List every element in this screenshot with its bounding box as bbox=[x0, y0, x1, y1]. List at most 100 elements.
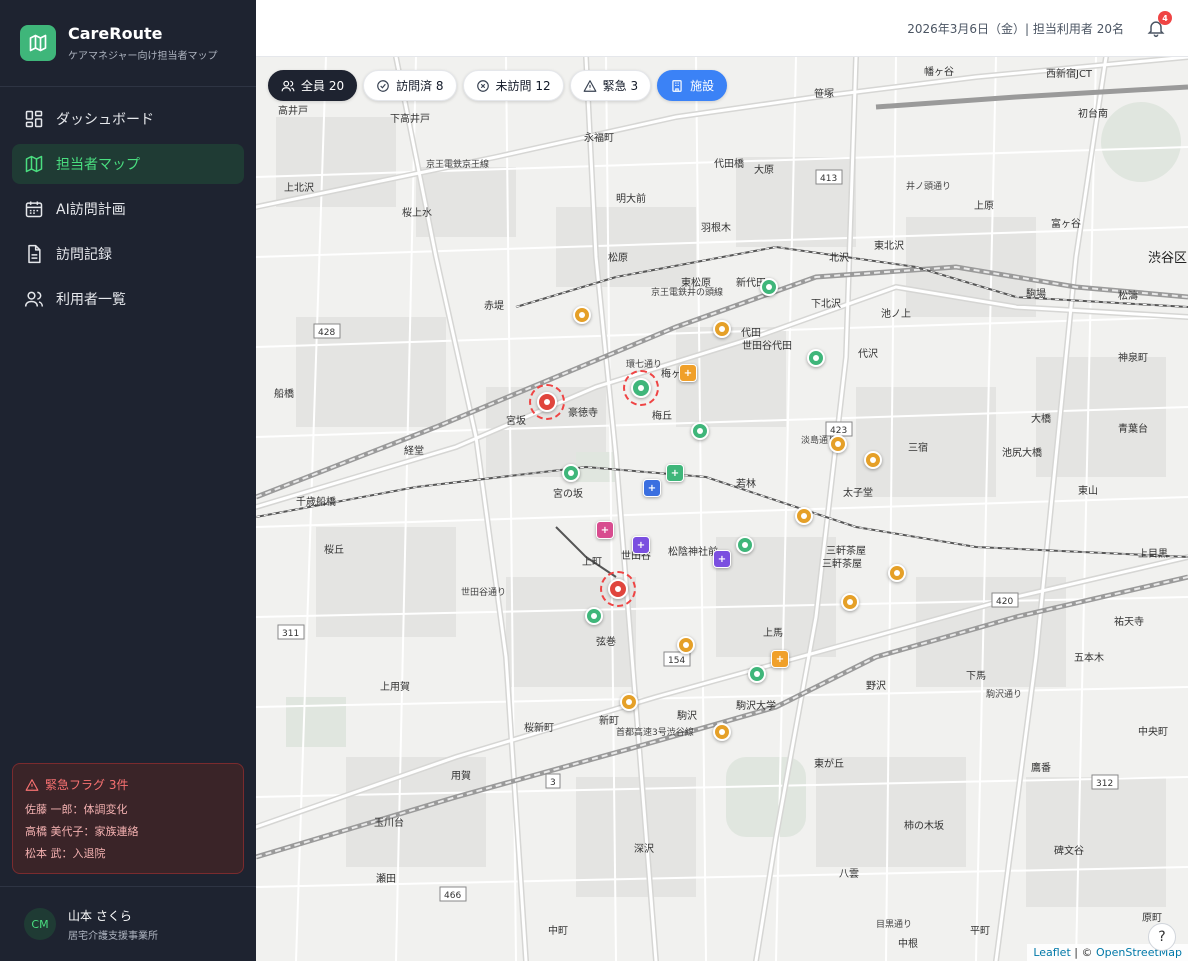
client-marker-pending[interactable] bbox=[620, 693, 638, 711]
map-label: 世田谷通り bbox=[461, 588, 507, 598]
facility-marker[interactable]: + bbox=[771, 650, 789, 668]
map-label: 駒沢 bbox=[677, 711, 697, 722]
map-label: 鷹番 bbox=[1031, 763, 1051, 774]
sidebar-item-users[interactable]: 利用者一覧 bbox=[12, 279, 244, 319]
svg-text:413: 413 bbox=[820, 174, 837, 184]
client-marker-pending[interactable] bbox=[713, 723, 731, 741]
user-name: 山本 さくら bbox=[68, 908, 132, 923]
map-label: 京王電鉄井の頭線 bbox=[651, 288, 724, 298]
dashboard-icon bbox=[25, 110, 43, 128]
map-label: 上用賀 bbox=[380, 682, 410, 693]
map-label: 松原 bbox=[608, 253, 628, 264]
svg-text:3: 3 bbox=[550, 778, 556, 788]
map-label: 平町 bbox=[970, 926, 990, 937]
map-label: 松濤 bbox=[1118, 291, 1138, 302]
facility-marker[interactable]: + bbox=[666, 464, 684, 482]
map-label: 世田谷代田 bbox=[742, 341, 792, 352]
map-label: 松陰神社前 bbox=[668, 547, 718, 558]
filter-visited-chip[interactable]: 訪問済 8 bbox=[363, 70, 457, 101]
map-label: 高井戸 bbox=[278, 106, 308, 117]
sidebar-item-dashboard[interactable]: ダッシュボード bbox=[12, 99, 244, 139]
filter-unvisited-chip[interactable]: 未訪問 12 bbox=[462, 70, 564, 101]
warning-icon bbox=[583, 79, 597, 92]
user-profile[interactable]: CM 山本 さくら 居宅介護支援事業所 bbox=[0, 886, 256, 961]
map-label: 大橋 bbox=[1031, 414, 1051, 425]
map-label: 明大前 bbox=[616, 194, 646, 205]
map-label: 千歳船橋 bbox=[296, 497, 336, 508]
map-icon bbox=[20, 25, 56, 61]
facility-marker[interactable]: + bbox=[713, 550, 731, 568]
map-label: 駒場 bbox=[1026, 289, 1046, 300]
map-label: 京王電鉄京王線 bbox=[426, 160, 490, 170]
facility-marker[interactable]: + bbox=[643, 479, 661, 497]
client-marker-visited[interactable] bbox=[691, 422, 709, 440]
map-label: 西新宿JCT bbox=[1046, 69, 1093, 80]
chip-label: 未訪問 12 bbox=[495, 79, 551, 93]
attribution-separator: | © bbox=[1070, 946, 1096, 959]
brand[interactable]: CareRoute ケアマネジャー向け担当者マップ bbox=[0, 0, 256, 87]
filter-urgent-chip[interactable]: 緊急 3 bbox=[569, 70, 652, 101]
client-marker-visited[interactable] bbox=[760, 278, 778, 296]
notification-button[interactable]: 4 bbox=[1146, 11, 1172, 38]
chip-label: 訪問済 8 bbox=[396, 79, 444, 93]
alert-title: 緊急フラグ 3件 bbox=[25, 776, 231, 793]
client-marker-visited[interactable] bbox=[807, 349, 825, 367]
filter-all-chip[interactable]: 全員 20 bbox=[268, 70, 358, 101]
client-marker-pending[interactable] bbox=[677, 636, 695, 654]
client-marker-urgent[interactable] bbox=[608, 579, 628, 599]
map-label: 三宿 bbox=[908, 443, 928, 454]
sidebar-item-records[interactable]: 訪問記録 bbox=[12, 234, 244, 274]
map-label: 富ヶ谷 bbox=[1051, 219, 1081, 230]
brand-subtitle: ケアマネジャー向け担当者マップ bbox=[68, 51, 218, 62]
client-marker-pending[interactable] bbox=[829, 435, 847, 453]
filter-facility-chip[interactable]: 施設 bbox=[657, 70, 728, 101]
map-label: 東が丘 bbox=[814, 759, 844, 770]
client-marker-pending[interactable] bbox=[864, 451, 882, 469]
help-button[interactable]: ? bbox=[1148, 923, 1176, 951]
alert-item[interactable]: 佐藤 一郎：体調変化 bbox=[25, 801, 231, 817]
svg-text:312: 312 bbox=[1096, 779, 1113, 789]
facility-marker[interactable]: + bbox=[632, 536, 650, 554]
map-label: 幡ヶ谷 bbox=[924, 67, 954, 78]
map-label: 中町 bbox=[548, 926, 568, 937]
leaflet-link[interactable]: Leaflet bbox=[1033, 946, 1070, 959]
urgent-alert-panel[interactable]: 緊急フラグ 3件 佐藤 一郎：体調変化 高橋 美代子：家族連絡 松本 武：入退院 bbox=[12, 763, 244, 874]
map-canvas[interactable]: 428 413 423 420 312 311 154 466 3 高井戸 下高井戸 永福町… bbox=[256, 57, 1188, 961]
map-label: 上馬 bbox=[763, 628, 783, 639]
client-marker-visited[interactable] bbox=[585, 607, 603, 625]
client-marker-urgent[interactable] bbox=[537, 392, 557, 412]
client-marker-pending[interactable] bbox=[795, 507, 813, 525]
map-label: 神泉町 bbox=[1118, 353, 1148, 364]
client-marker-urgent[interactable] bbox=[631, 378, 651, 398]
client-marker-pending[interactable] bbox=[713, 320, 731, 338]
client-marker-visited[interactable] bbox=[736, 536, 754, 554]
client-marker-pending[interactable] bbox=[841, 593, 859, 611]
map-label: 宮坂 bbox=[506, 416, 526, 427]
alert-item[interactable]: 松本 武：入退院 bbox=[25, 845, 231, 861]
map-label: 下北沢 bbox=[811, 299, 841, 310]
client-marker-visited[interactable] bbox=[562, 464, 580, 482]
notification-count-badge: 4 bbox=[1158, 11, 1172, 25]
map-label: 井ノ頭通り bbox=[906, 182, 952, 192]
map-label: 太子堂 bbox=[843, 488, 873, 499]
client-marker-pending[interactable] bbox=[888, 564, 906, 582]
client-marker-pending[interactable] bbox=[573, 306, 591, 324]
sidebar-nav: ダッシュボード 担当者マップ AI訪問計画 訪問記録 利用者一覧 bbox=[0, 87, 256, 336]
users-icon bbox=[281, 80, 295, 91]
map-label: 青葉台 bbox=[1118, 424, 1148, 435]
facility-marker[interactable]: + bbox=[679, 364, 697, 382]
map-label: 中根 bbox=[898, 939, 918, 950]
sidebar-item-ai-plan[interactable]: AI訪問計画 bbox=[12, 189, 244, 229]
map-label: 梅丘 bbox=[652, 411, 672, 422]
facility-marker[interactable]: + bbox=[596, 521, 614, 539]
sidebar-item-map[interactable]: 担当者マップ bbox=[12, 144, 244, 184]
sidebar-item-label: ダッシュボード bbox=[56, 112, 154, 128]
sidebar: CareRoute ケアマネジャー向け担当者マップ ダッシュボード 担当者マップ… bbox=[0, 0, 256, 961]
map-label: 野沢 bbox=[866, 681, 886, 692]
map-label: 羽根木 bbox=[701, 223, 731, 234]
map-label: 下馬 bbox=[966, 671, 986, 682]
alert-item[interactable]: 高橋 美代子：家族連絡 bbox=[25, 823, 231, 839]
client-marker-visited[interactable] bbox=[748, 665, 766, 683]
map-label: 初台南 bbox=[1078, 109, 1108, 120]
sidebar-item-label: 担当者マップ bbox=[56, 157, 140, 173]
